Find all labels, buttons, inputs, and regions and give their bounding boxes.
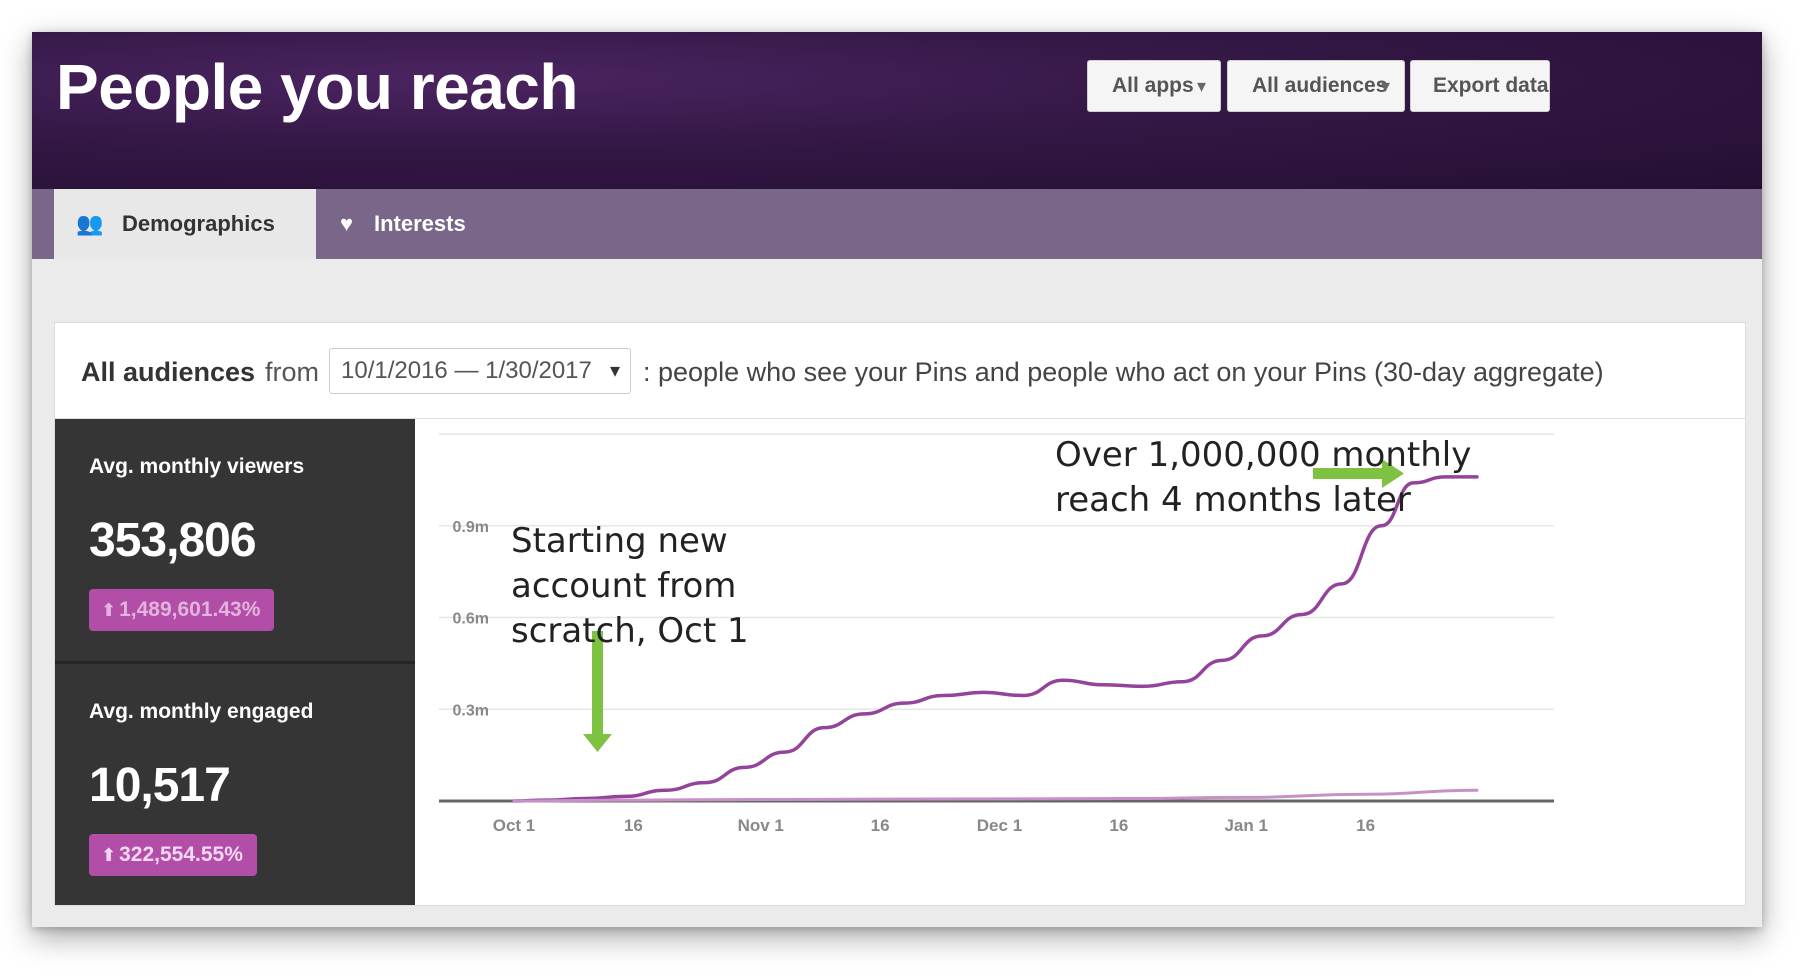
export-data-button[interactable]: Export data	[1410, 60, 1550, 112]
people-icon: 👥	[76, 211, 104, 236]
reach-panel: All audiences from 10/1/2016 — 1/30/2017…	[54, 322, 1746, 906]
x-tick-label: 16	[1109, 816, 1128, 835]
stat-value: 353,806	[89, 514, 257, 567]
page-title: People you reach	[56, 51, 578, 123]
arrow-up-icon: ⬆	[101, 600, 117, 620]
page-header: People you reach All apps ▾ All audience…	[32, 32, 1762, 189]
annotation-line: reach 4 months later	[1055, 480, 1411, 520]
stats-sidebar: Avg. monthly viewers 353,806 ⬆ 1,489,601.…	[55, 419, 415, 905]
stat-change-badge: ⬆ 1,489,601.43%	[89, 589, 275, 631]
annotation-line: scratch, Oct 1	[511, 611, 749, 651]
stat-monthly-engaged: Avg. monthly engaged 10,517 ⬆ 322,554.55%	[55, 664, 415, 906]
tab-bar: 👥 Demographics ♥ Interests	[32, 189, 1762, 259]
y-tick-label: 0.3m	[453, 702, 489, 719]
x-tick-label: Dec 1	[977, 816, 1022, 835]
tab-interests[interactable]: ♥ Interests	[316, 189, 516, 259]
all-apps-dropdown[interactable]: All apps ▾	[1087, 60, 1221, 112]
y-tick-label: 0.9m	[453, 519, 489, 536]
x-tick-label: Jan 1	[1224, 816, 1267, 835]
tab-interests-label: Interests	[374, 211, 466, 236]
x-tick-label: 16	[624, 816, 643, 835]
y-tick-label: 0.6m	[453, 611, 489, 628]
x-tick-label: Nov 1	[738, 816, 784, 835]
arrow-up-icon: ⬆	[101, 845, 117, 865]
all-apps-label: All apps	[1112, 74, 1194, 97]
all-audiences-dropdown[interactable]: All audiences ▾	[1227, 60, 1405, 112]
chevron-down-icon: ▾	[1196, 76, 1206, 96]
date-range-picker[interactable]: 10/1/2016 — 1/30/2017 ▾	[329, 348, 631, 394]
reach-chart: 0.3m 0.6m 0.9m Oct 1 16 Nov 1 16 Dec 1 16 Jan 1 16…	[417, 419, 1743, 905]
chevron-down-icon: ▾	[609, 360, 620, 382]
stat-monthly-viewers: Avg. monthly viewers 353,806 ⬆ 1,489,601.…	[55, 419, 415, 664]
heart-icon: ♥	[340, 211, 354, 236]
stat-label: Avg. monthly engaged	[89, 700, 314, 723]
annotation-line: Starting new	[511, 521, 728, 561]
tab-demographics-label: Demographics	[122, 211, 275, 236]
tab-demographics[interactable]: 👥 Demographics	[54, 189, 316, 259]
annotation-arrow-down-head	[583, 734, 612, 752]
annotation-growth: Over 1,000,000 monthly reach 4 months la…	[1055, 433, 1471, 523]
app-window: People you reach All apps ▾ All audience…	[32, 32, 1762, 927]
filter-row: All audiences from 10/1/2016 — 1/30/2017…	[55, 323, 1745, 419]
chevron-down-icon: ▾	[1380, 76, 1390, 96]
x-tick-label: 16	[1356, 816, 1375, 835]
stat-change-badge: ⬆ 322,554.55%	[89, 834, 257, 876]
stat-change-value: 1,489,601.43%	[119, 598, 261, 621]
x-tick-label: 16	[871, 816, 890, 835]
stat-value: 10,517	[89, 759, 231, 812]
stat-change-value: 322,554.55%	[119, 843, 243, 866]
stat-label: Avg. monthly viewers	[89, 455, 305, 478]
all-audiences-label: All audiences	[1252, 74, 1388, 97]
filter-description: : people who see your Pins and people wh…	[643, 357, 1604, 387]
audience-filter-label: All audiences	[81, 357, 256, 387]
export-data-label: Export data	[1433, 74, 1549, 97]
from-label: from	[265, 357, 319, 387]
date-range-value: 10/1/2016 — 1/30/2017	[341, 357, 592, 384]
annotation-line: account from	[511, 566, 737, 606]
x-tick-label: Oct 1	[493, 816, 536, 835]
annotation-line: Over 1,000,000 monthly	[1055, 435, 1472, 475]
annotation-start: Starting new account from scratch, Oct 1	[511, 519, 749, 654]
